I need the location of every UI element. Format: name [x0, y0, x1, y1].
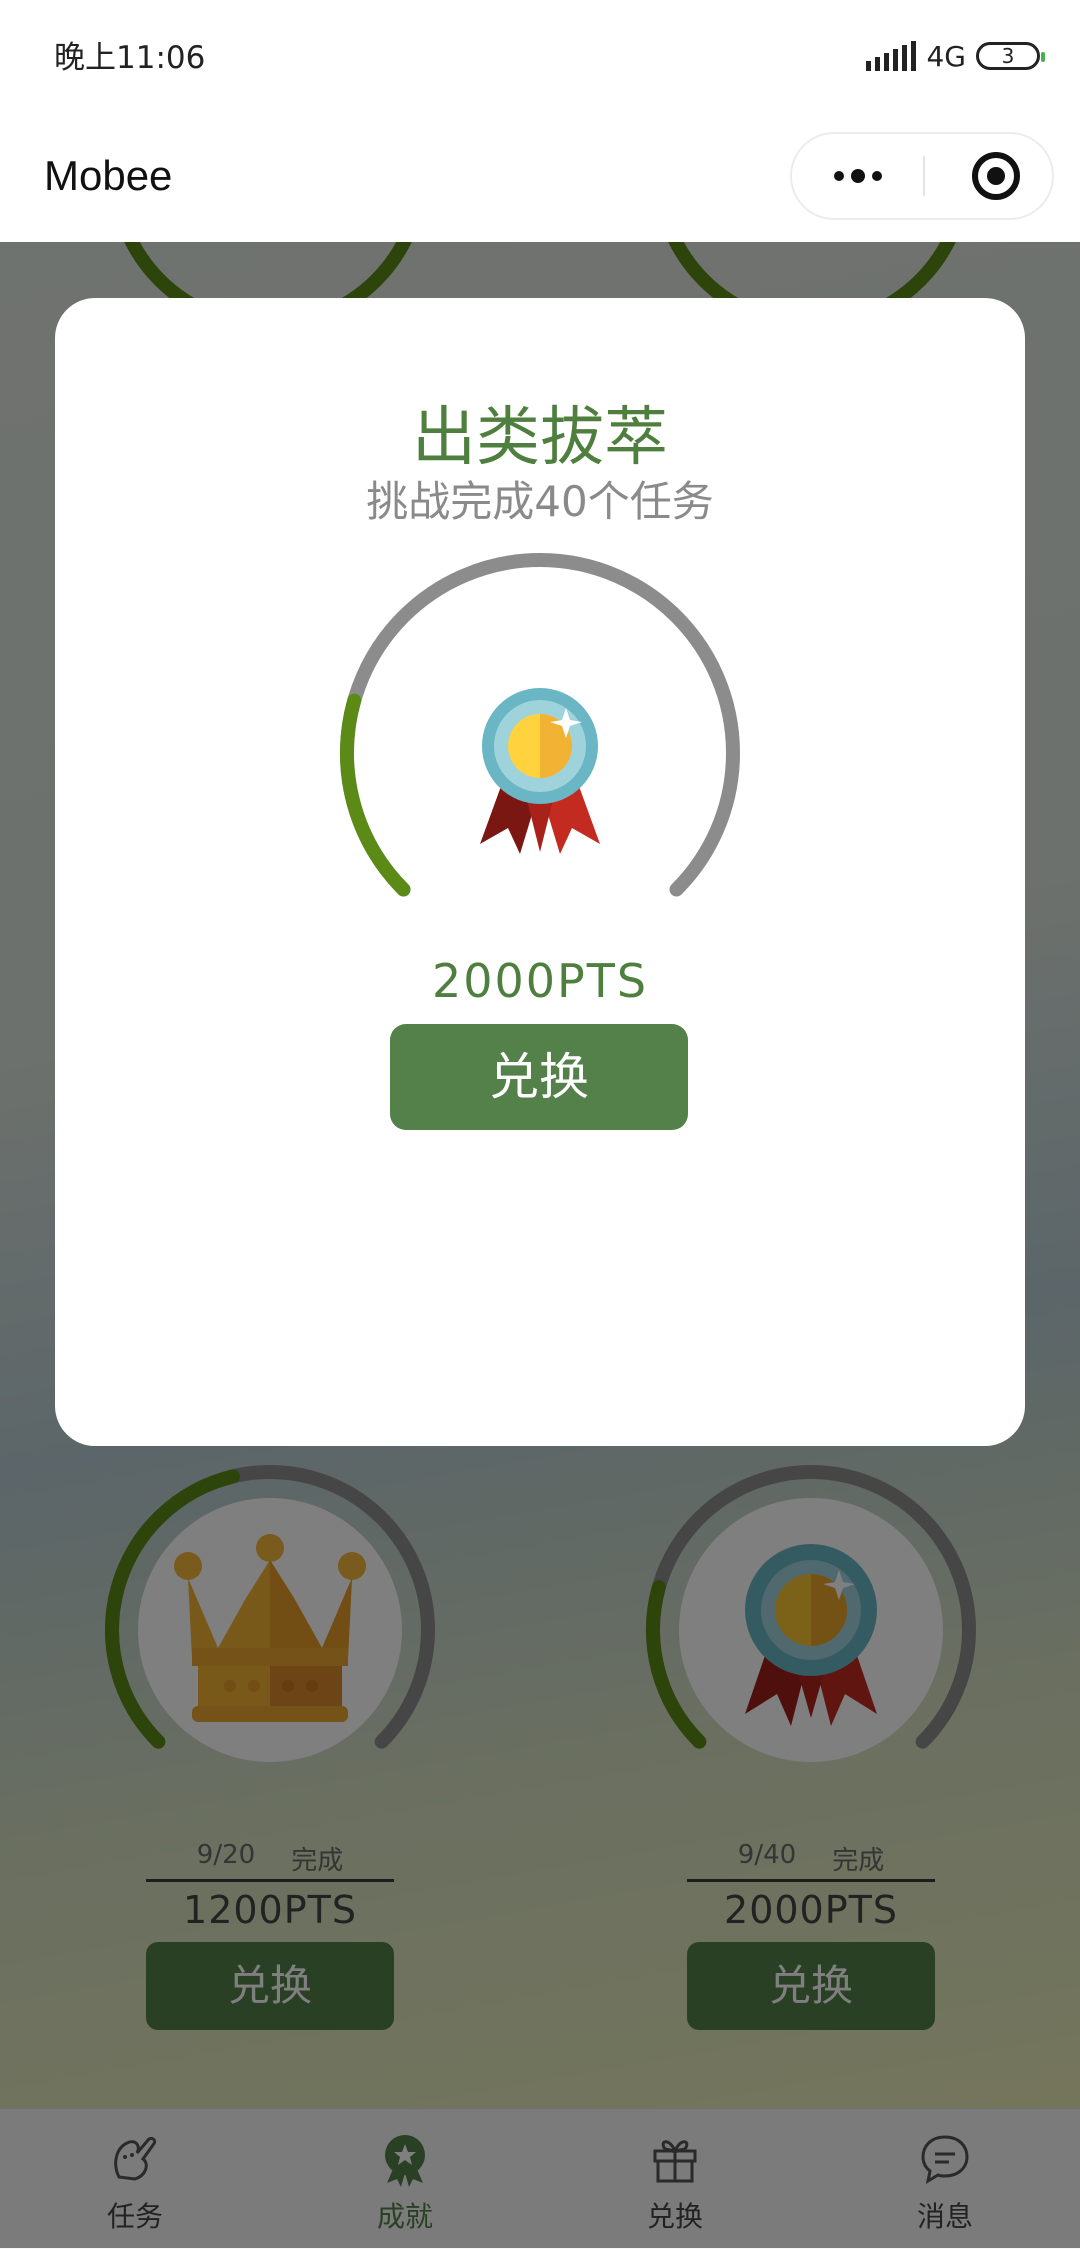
signal-icon	[866, 41, 917, 71]
status-bar: 晚上11:06 4G 3	[0, 0, 1080, 108]
app-title: Mobee	[44, 152, 173, 199]
progress-ring-svg	[339, 553, 740, 897]
modal-title: 出类拔萃	[412, 401, 668, 475]
status-time: 晚上11:06	[54, 40, 206, 76]
miniprogram-capsule	[790, 132, 1054, 220]
achievement-detail-modal: 出类拔萃 挑战完成40个任务 2000PTS 兑换	[55, 298, 1025, 1446]
battery-level: 3	[1001, 44, 1015, 68]
ring-progress	[339, 693, 411, 897]
modal-subtitle: 挑战完成40个任务	[366, 477, 714, 526]
more-button[interactable]	[792, 134, 923, 218]
modal-progress-ring	[335, 548, 745, 958]
modal-redeem-button[interactable]: 兑换	[390, 1024, 688, 1130]
status-indicators: 4G 3	[866, 36, 1045, 76]
capsule-divider	[923, 156, 925, 196]
battery-icon: 3	[976, 42, 1045, 70]
modal-points: 2000PTS	[431, 954, 649, 1008]
close-miniprogram-button[interactable]	[972, 152, 1020, 200]
network-type: 4G	[926, 39, 966, 73]
medal-icon	[480, 688, 600, 854]
app-header: Mobee	[0, 108, 1080, 242]
